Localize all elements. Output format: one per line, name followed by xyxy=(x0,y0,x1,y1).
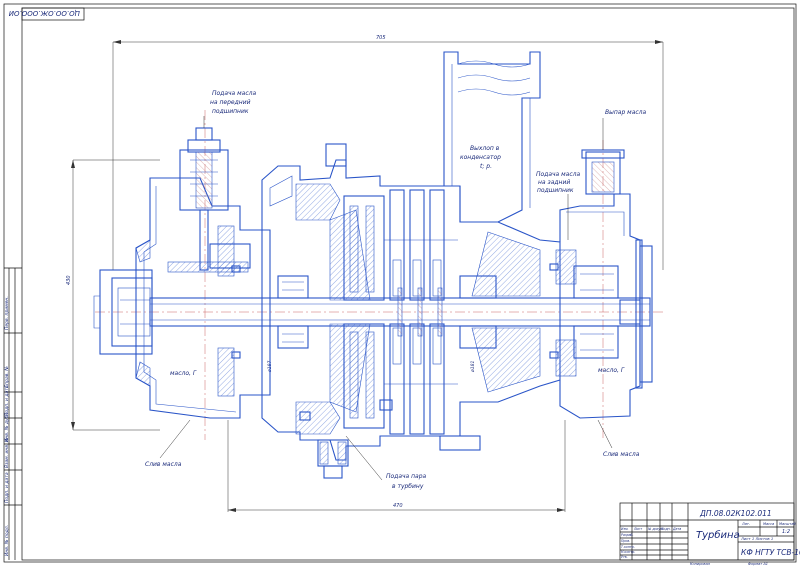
center-casing xyxy=(261,159,561,461)
title-block: ДП.08.02К102.011 Турбина КФ НГТУ ТСВ-10 … xyxy=(619,502,800,566)
sheet-info: Лист 1 Листов 1 xyxy=(740,536,773,541)
note-oil-rear-1: Подача масла xyxy=(536,171,580,178)
right-bearing-housing xyxy=(555,193,641,419)
row-label-list: Лист xyxy=(633,527,642,531)
left-margin-column: Перв. примен. Справ. № Подп. и дата Инв.… xyxy=(4,267,22,560)
note-exhaust-2: конденсатор xyxy=(460,154,501,161)
turbine-section-view xyxy=(93,51,653,479)
turbine-assembly-drawing: ЦО.ОО.ОЖ.ООО.ОИ Перв. примен. Справ. № П… xyxy=(3,3,800,566)
dim-430-label: 430 xyxy=(66,275,72,285)
scale-label: Масштаб xyxy=(779,522,796,526)
dim-470-label: 470 xyxy=(393,503,403,509)
row-label-nkontr: Н.контр. xyxy=(621,550,635,554)
note-oil-front-3: подшипник xyxy=(212,108,249,115)
exhaust-duct xyxy=(443,51,541,223)
note-oil-front-1: Подача масла xyxy=(212,90,256,97)
doc-number: ДП.08.02К102.011 xyxy=(699,509,772,518)
row-label-sign: Подп. xyxy=(661,527,671,531)
note-drain-left: Слив масла xyxy=(145,461,182,468)
margin-label-6: Подп. и дата xyxy=(4,472,10,503)
note-steam-1: Подача пара xyxy=(386,473,427,480)
note-oil-left: масло, Г xyxy=(170,370,197,377)
oil-vapor-vent xyxy=(581,149,625,195)
mass-label: Масса xyxy=(763,522,774,526)
note-steam-2: в турбину xyxy=(392,483,424,490)
margin-label-1: Перв. примен. xyxy=(4,296,10,330)
row-label-prov: Пров. xyxy=(621,539,630,543)
note-exhaust-1: Выхлоп в xyxy=(470,145,500,152)
top-left-stamp: ЦО.ОО.ОЖ.ООО.ОИ xyxy=(8,9,80,17)
right-end-cap xyxy=(619,239,653,389)
scale-value: 1:2 xyxy=(782,529,790,535)
front-oil-feed-assembly xyxy=(167,127,251,273)
format-label: Формат A1 xyxy=(748,562,768,566)
note-drain-right: Слив масла xyxy=(603,451,640,458)
note-oil-rear-2: на задний xyxy=(538,179,570,186)
note-oil-right: масло, Г xyxy=(598,367,625,374)
note-oil-vapor: Выпар масла xyxy=(605,109,647,116)
margin-label-4: Инв. № дубл. xyxy=(4,411,10,442)
drawing-title: Турбина xyxy=(696,529,740,541)
row-label-izm: Изм. xyxy=(621,527,629,531)
margin-label-5: Взам. инв. № xyxy=(4,437,10,468)
row-label-razrab: Разраб. xyxy=(621,533,634,537)
margin-label-2: Справ. № xyxy=(4,366,10,388)
organization: КФ НГТУ ТСВ-10 xyxy=(741,548,800,557)
row-label-tkontr: Т.контр. xyxy=(621,545,635,549)
margin-label-7: Инв. № подл. xyxy=(4,525,10,556)
note-exhaust-3: t; p. xyxy=(480,163,492,170)
lit-label: Лит. xyxy=(741,522,750,526)
dim-dia-right: ø181 xyxy=(470,361,476,373)
dim-705-label: 705 xyxy=(376,35,386,41)
note-oil-rear-3: подшипник xyxy=(537,187,574,194)
copied-label: Копировал xyxy=(690,562,711,566)
row-label-utv: Утв. xyxy=(621,555,628,559)
note-oil-front-2: на передний xyxy=(210,99,251,106)
row-label-date: Дата xyxy=(672,527,681,531)
